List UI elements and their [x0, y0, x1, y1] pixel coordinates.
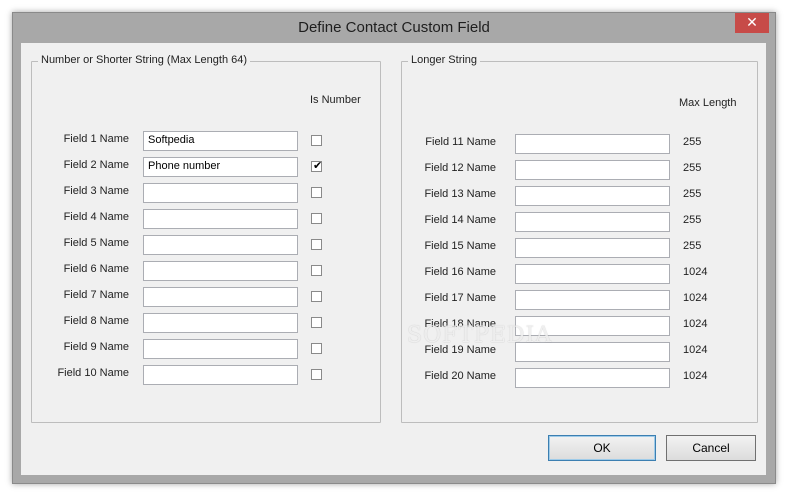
field-12-max-length: 255 — [683, 162, 702, 174]
close-button[interactable]: ✕ — [735, 13, 769, 33]
field-10-is-number-checkbox[interactable] — [311, 369, 322, 380]
window-title: Define Contact Custom Field — [298, 19, 490, 36]
field-11-label: Field 11 Name — [425, 136, 496, 148]
field-8-label: Field 8 Name — [63, 315, 129, 327]
field-15-name-input[interactable] — [515, 238, 670, 258]
field-7-is-number-checkbox[interactable] — [311, 291, 322, 302]
field-1-label: Field 1 Name — [63, 133, 129, 145]
field-1-is-number-checkbox[interactable] — [311, 135, 322, 146]
field-4-is-number-checkbox[interactable] — [311, 213, 322, 224]
field-8-is-number-checkbox[interactable] — [311, 317, 322, 328]
field-1-name-input[interactable]: Softpedia — [143, 131, 298, 151]
close-icon: ✕ — [746, 14, 758, 30]
field-4-name-input[interactable] — [143, 209, 298, 229]
field-2-name-input[interactable]: Phone number — [143, 157, 298, 177]
field-12-label: Field 12 Name — [424, 162, 496, 174]
ok-button[interactable]: OK — [548, 435, 656, 461]
field-4-label: Field 4 Name — [63, 211, 129, 223]
field-5-is-number-checkbox[interactable] — [311, 239, 322, 250]
field-14-label: Field 14 Name — [424, 214, 496, 226]
field-3-label: Field 3 Name — [63, 185, 129, 197]
short-fields-group-legend: Number or Shorter String (Max Length 64) — [38, 54, 251, 66]
field-17-name-input[interactable] — [515, 290, 670, 310]
softpedia-watermark: SOFTPEDIA — [407, 323, 553, 348]
field-20-label: Field 20 Name — [424, 370, 496, 382]
field-16-name-input[interactable] — [515, 264, 670, 284]
field-15-max-length: 255 — [683, 240, 702, 252]
field-18-max-length: 1024 — [683, 318, 708, 330]
title-bar[interactable]: Define Contact Custom Field ✕ — [13, 13, 775, 43]
field-17-max-length: 1024 — [683, 292, 708, 304]
field-9-name-input[interactable] — [143, 339, 298, 359]
field-7-name-input[interactable] — [143, 287, 298, 307]
field-8-name-input[interactable] — [143, 313, 298, 333]
field-13-name-input[interactable] — [515, 186, 670, 206]
field-20-name-input[interactable] — [515, 368, 670, 388]
field-2-label: Field 2 Name — [63, 159, 129, 171]
field-10-name-input[interactable] — [143, 365, 298, 385]
field-15-label: Field 15 Name — [424, 240, 496, 252]
field-10-label: Field 10 Name — [57, 367, 129, 379]
field-2-is-number-checkbox[interactable]: ✔ — [311, 159, 323, 172]
field-20-max-length: 1024 — [683, 370, 708, 382]
field-9-is-number-checkbox[interactable] — [311, 343, 322, 354]
field-16-max-length: 1024 — [683, 266, 708, 278]
field-17-label: Field 17 Name — [424, 292, 496, 304]
field-6-label: Field 6 Name — [63, 263, 129, 275]
long-fields-group-legend: Longer String — [408, 54, 481, 66]
field-11-name-input[interactable] — [515, 134, 670, 154]
dialog-window: Define Contact Custom Field ✕ Number or … — [12, 12, 776, 484]
field-3-name-input[interactable] — [143, 183, 298, 203]
field-7-label: Field 7 Name — [63, 289, 129, 301]
field-16-label: Field 16 Name — [424, 266, 496, 278]
checkmark-icon: ✔ — [313, 159, 323, 172]
field-19-max-length: 1024 — [683, 344, 708, 356]
field-12-name-input[interactable] — [515, 160, 670, 180]
field-14-max-length: 255 — [683, 214, 702, 226]
field-6-is-number-checkbox[interactable] — [311, 265, 322, 276]
field-11-max-length: 255 — [683, 136, 702, 148]
max-length-header: Max Length — [679, 97, 737, 109]
cancel-button[interactable]: Cancel — [666, 435, 756, 461]
field-5-label: Field 5 Name — [63, 237, 129, 249]
field-9-label: Field 9 Name — [63, 341, 129, 353]
dialog-client-area: Number or Shorter String (Max Length 64)… — [21, 43, 766, 475]
field-13-max-length: 255 — [683, 188, 702, 200]
field-13-label: Field 13 Name — [424, 188, 496, 200]
field-6-name-input[interactable] — [143, 261, 298, 281]
is-number-header: Is Number — [310, 94, 361, 106]
field-3-is-number-checkbox[interactable] — [311, 187, 322, 198]
field-5-name-input[interactable] — [143, 235, 298, 255]
field-14-name-input[interactable] — [515, 212, 670, 232]
